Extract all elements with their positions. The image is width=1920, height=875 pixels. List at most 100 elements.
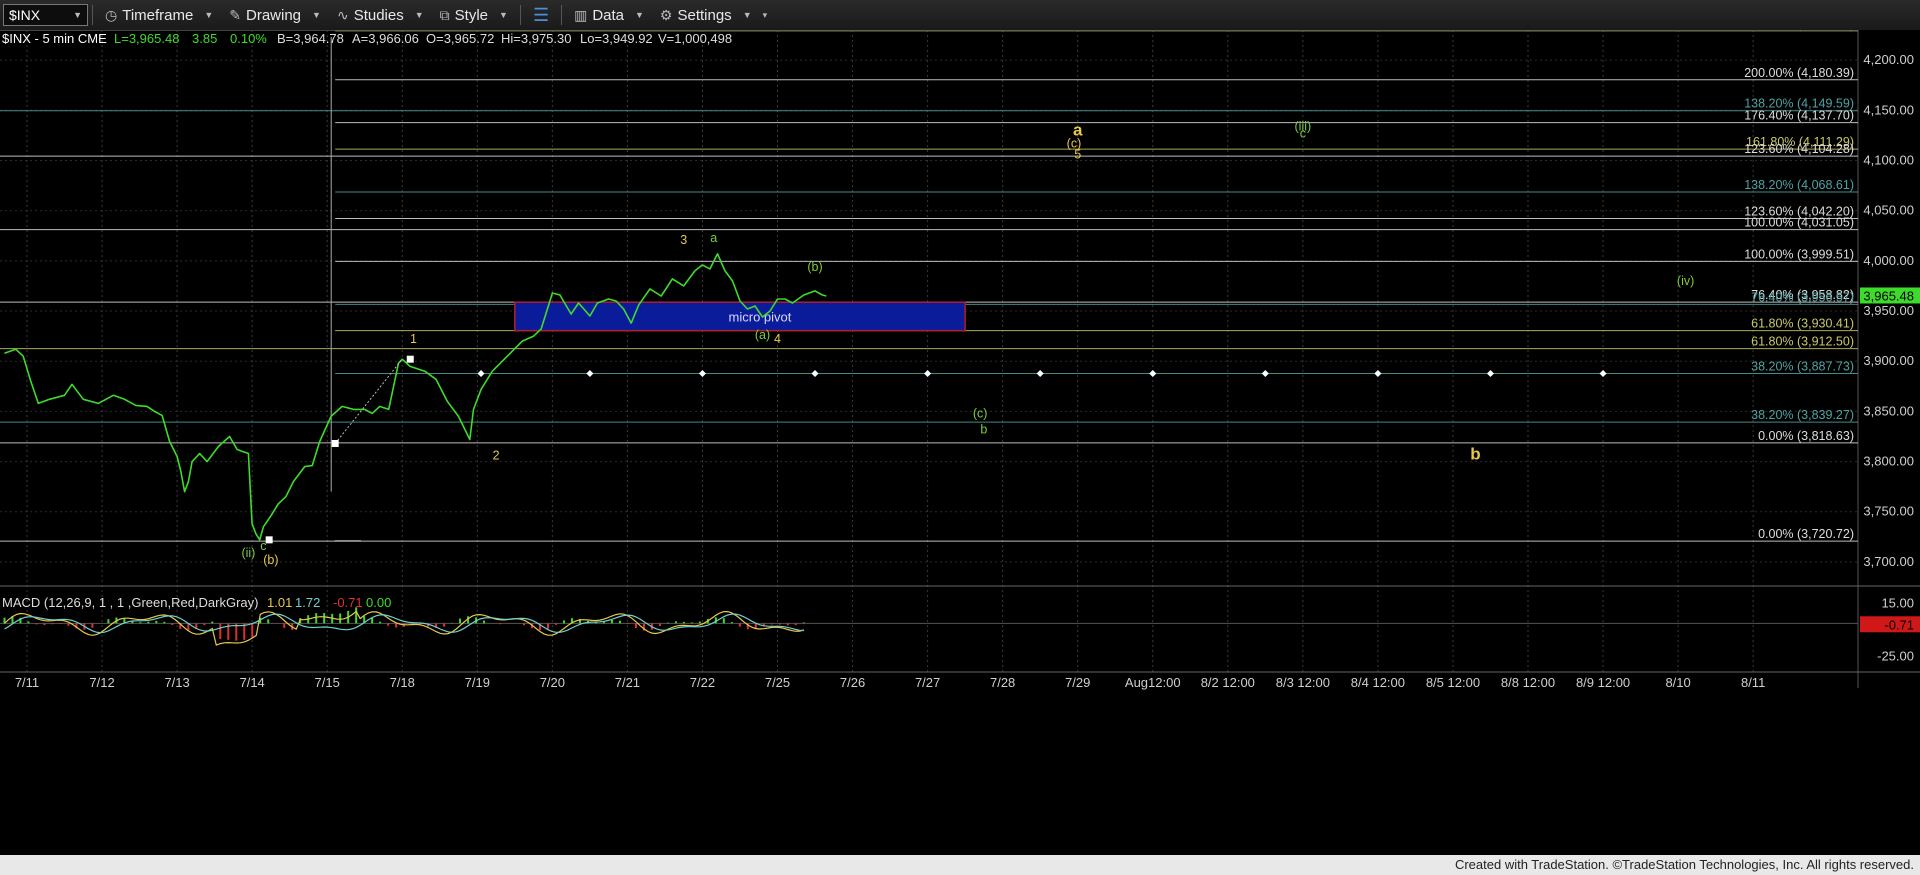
quote-field: Lo=3,949.92 — [580, 31, 653, 46]
data-label: Data — [592, 6, 624, 24]
wave-label: c — [260, 539, 266, 553]
projection-marker — [1149, 369, 1157, 378]
fib-level-label: 100.00% (4,031.05) — [1744, 216, 1854, 230]
fib-level-label: 200.00% (4,180.39) — [1744, 66, 1854, 80]
fib-level-label: 100.00% (3,999.51) — [1744, 247, 1854, 261]
macd-label: MACD (12,26,9, 1 , 1 ,Green,Red,DarkGray… — [2, 595, 258, 610]
x-tick-label: 8/5 12:00 — [1426, 675, 1480, 690]
macd-line — [4, 610, 804, 646]
fib-level-label: 76.40% (3,956.57) — [1751, 290, 1854, 304]
style-button[interactable]: ⧉ Style ▼ — [432, 2, 516, 28]
y-tick-label: 3,850.00 — [1863, 403, 1914, 418]
wave-label: b — [980, 422, 987, 436]
last-price-label: 3,965.48 — [1863, 288, 1914, 303]
quote-field: $INX - 5 min CME — [2, 31, 107, 46]
y-tick-label: 4,000.00 — [1863, 253, 1914, 268]
chevron-down-icon: ▼ — [499, 10, 508, 20]
wave-label: 5 — [1074, 147, 1081, 161]
chevron-down-icon: ▼ — [204, 10, 214, 20]
chevron-down-icon: ▼ — [635, 10, 644, 20]
x-tick-label: Aug12:00 — [1125, 675, 1181, 690]
y-tick-label: 3,900.00 — [1863, 353, 1914, 368]
quote-field: 0.10% — [230, 31, 267, 46]
settings-button[interactable]: ⚙ Settings ▼ ▾ — [652, 2, 775, 28]
projection-marker — [698, 369, 706, 378]
wave-label: (c) — [973, 406, 988, 420]
layout-button[interactable]: ☰ — [525, 2, 557, 28]
x-tick-label: 7/12 — [89, 675, 114, 690]
studies-label: Studies — [353, 6, 404, 24]
x-tick-label: 7/18 — [390, 675, 415, 690]
x-tick-label: 8/10 — [1665, 675, 1690, 690]
footer-credit: Created with TradeStation. ©TradeStation… — [0, 855, 1920, 875]
chevron-down-icon: ▾ — [762, 9, 768, 20]
quote-field: B=3,964.78 — [277, 31, 344, 46]
symbol-input[interactable]: $INX ▼ — [3, 4, 88, 26]
macd-current-label: -0.71 — [1884, 617, 1914, 632]
style-icon: ⧉ — [439, 6, 450, 23]
x-tick-label: 7/29 — [1065, 675, 1090, 690]
fib-level-label: 161.80% (4,222.83) — [1744, 30, 1854, 31]
x-tick-label: 7/25 — [765, 675, 790, 690]
toolbar-divider — [561, 5, 563, 25]
fib-level-label: 0.00% (3,720.72) — [1758, 527, 1854, 541]
x-tick-label: 7/26 — [840, 675, 865, 690]
pencil-icon: ✎ — [229, 6, 241, 23]
data-button[interactable]: ▥ Data ▼ — [566, 2, 652, 28]
fib-level-label: 138.20% (4,068.61) — [1744, 178, 1854, 192]
drawing-label: Drawing — [246, 6, 302, 24]
gear-icon: ⚙ — [659, 6, 673, 23]
micro-pivot-label: micro pivot — [729, 309, 792, 324]
macd-signal: 1.72 — [295, 595, 320, 610]
studies-button[interactable]: ∿ Studies ▼ — [329, 2, 432, 28]
wave-label: 1 — [410, 332, 417, 346]
fib-level-label: 61.80% (3,930.41) — [1751, 317, 1854, 331]
y-tick-label: 4,200.00 — [1863, 52, 1914, 67]
timeframe-button[interactable]: ◷ Timeframe ▼ — [97, 2, 221, 28]
wave-label: (iv) — [1677, 274, 1694, 288]
quote-field: L=3,965.48 — [114, 31, 179, 46]
x-tick-label: 7/11 — [15, 675, 39, 690]
projection-marker — [477, 369, 485, 378]
quote-field: O=3,965.72 — [426, 31, 494, 46]
wave-label: (ii) — [241, 546, 255, 560]
toolbar-divider — [519, 5, 521, 25]
bar-chart-icon: ▥ — [574, 6, 588, 23]
studies-icon: ∿ — [336, 6, 349, 23]
macd-y-tick: -25.00 — [1877, 649, 1914, 664]
y-tick-label: 4,100.00 — [1863, 152, 1914, 167]
wave-label: 2 — [493, 449, 500, 463]
x-tick-label: 8/8 12:00 — [1501, 675, 1555, 690]
macd-y-tick: 15.00 — [1881, 595, 1914, 610]
wave-label: b — [1470, 445, 1480, 464]
wave-label: (b) — [263, 553, 278, 567]
wave-label: a — [710, 231, 717, 245]
wave-label: (a) — [755, 328, 770, 342]
chart-toolbar: $INX ▼ ◷ Timeframe ▼ ✎ Drawing ▼ ∿ Studi… — [0, 0, 1920, 31]
pivot-marker — [265, 536, 273, 544]
quote-field: Hi=3,975.30 — [501, 31, 571, 46]
projection-marker — [1036, 369, 1044, 378]
macd-value: 1.01 — [267, 595, 292, 610]
fib-level-label: 38.20% (3,887.73) — [1751, 360, 1854, 374]
wave-label: c — [1300, 126, 1306, 140]
y-tick-label: 3,700.00 — [1863, 554, 1914, 569]
price-chart[interactable]: 3,700.00 3,750.00 3,800.00 3,850.00 3,900.00… — [0, 30, 1920, 855]
projection-marker — [1374, 369, 1382, 378]
wave-trendline — [334, 358, 403, 444]
pivot-marker — [406, 355, 414, 363]
timeframe-label: Timeframe — [122, 6, 194, 24]
projection-marker — [586, 369, 594, 378]
quote-field: A=3,966.06 — [352, 31, 419, 46]
wave-label: (b) — [807, 260, 822, 274]
x-tick-label: 7/27 — [915, 675, 940, 690]
pivot-marker — [331, 439, 339, 447]
x-tick-label: 7/15 — [315, 675, 340, 690]
x-tick-label: 7/21 — [615, 675, 640, 690]
drawing-button[interactable]: ✎ Drawing ▼ — [221, 2, 329, 28]
x-tick-label: 8/9 12:00 — [1576, 675, 1630, 690]
price-line — [4, 253, 827, 541]
fib-level-label: 123.60% (4,104.28) — [1744, 142, 1854, 156]
fib-level-label: 0.00% (3,818.63) — [1758, 429, 1854, 443]
layout-icon: ☰ — [532, 4, 550, 25]
